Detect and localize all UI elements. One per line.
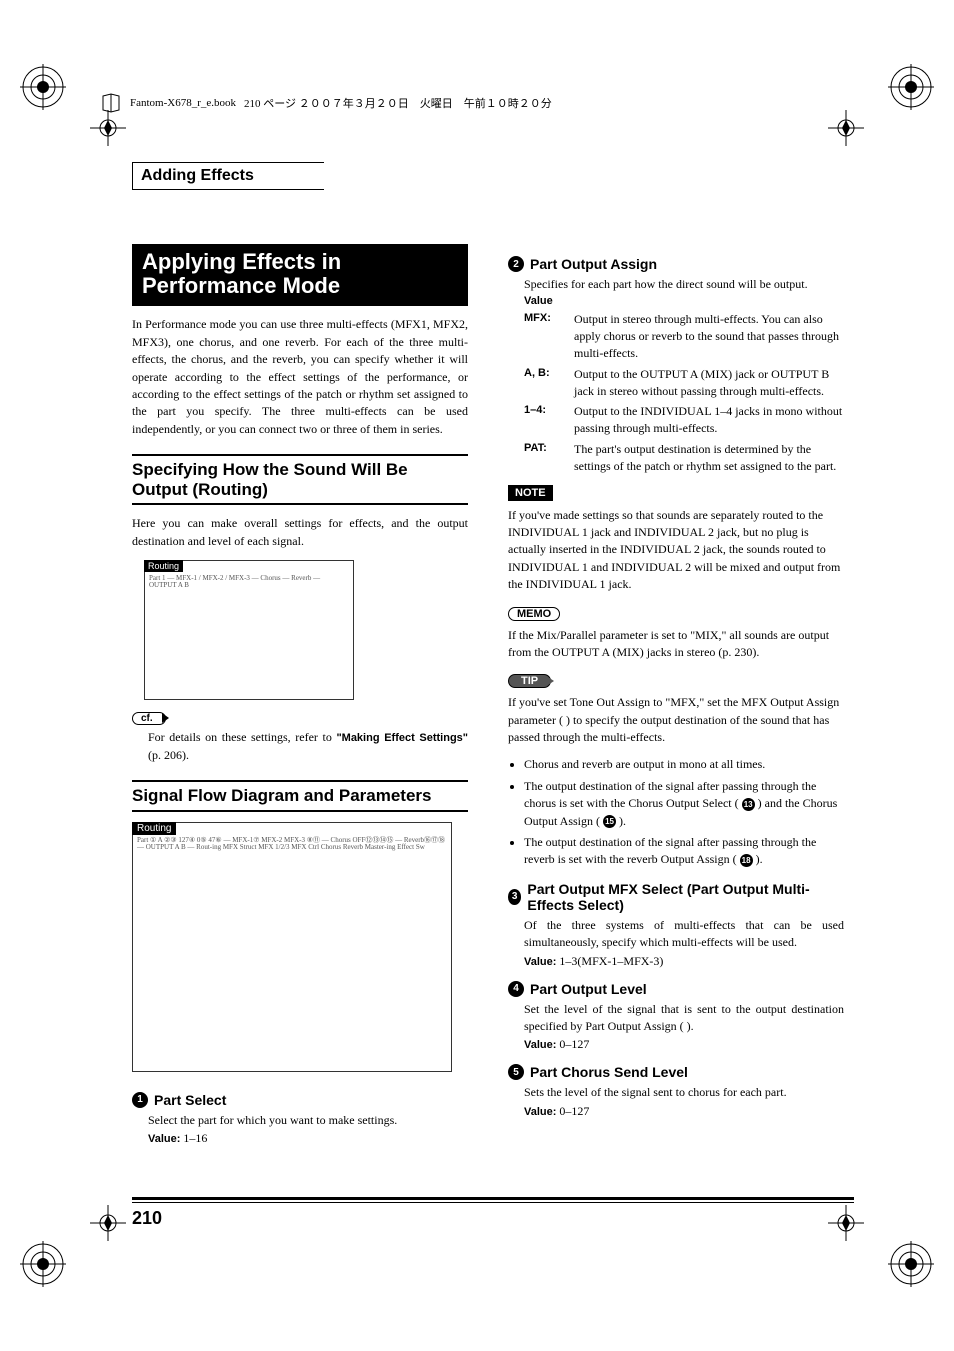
crop-ornament-br	[888, 1241, 934, 1287]
num-15-icon: 15	[603, 815, 616, 828]
book-header-strip: Fantom-X678_r_e.book 210 ページ ２００７年３月２０日 …	[100, 92, 854, 114]
def-14: 1–4: Output to the INDIVIDUAL 1–4 jacks i…	[524, 403, 844, 437]
page-number: 210	[132, 1208, 162, 1229]
def-key: PAT:	[524, 441, 564, 475]
heading-part-chorus-send-text: Part Chorus Send Level	[530, 1064, 688, 1080]
h4-value: Value: 0–127	[524, 1037, 844, 1052]
cf-text-a: For details on these settings, refer to	[148, 730, 336, 744]
subhead-routing: Specifying How the Sound Will Be Output …	[132, 454, 468, 505]
heading-part-chorus-send: 5 Part Chorus Send Level	[508, 1064, 844, 1080]
memo-pill: MEMO	[508, 607, 560, 621]
h5-value: Value: 0–127	[524, 1104, 844, 1119]
routing-intro: Here you can make overall settings for e…	[132, 515, 468, 550]
fig-label: Routing	[144, 560, 183, 572]
num-18-icon: 18	[740, 854, 753, 867]
num-5-icon: 5	[508, 1064, 524, 1080]
heading-part-output-assign: 2 Part Output Assign	[508, 256, 844, 272]
def-pat: PAT: The part's output destination is det…	[524, 441, 844, 475]
book-title: Fantom-X678_r_e.book	[130, 97, 236, 109]
note-pill: NOTE	[508, 485, 553, 501]
intro-paragraph: In Performance mode you can use three mu…	[132, 316, 468, 438]
def-mfx: MFX:Output in stereo through multi-effec…	[524, 311, 844, 361]
left-column: Applying Effects in Performance Mode In …	[132, 244, 468, 1146]
fig-large-label: Routing	[132, 822, 176, 835]
h3-value: Value: 1–3(MFX-1–MFX-3)	[524, 954, 844, 969]
value-header: Value	[524, 295, 844, 307]
tip-pill: TIP	[508, 674, 551, 688]
routing-figure-large: Routing Part ① A ②③ 127④ 0⑤ 47⑥ — MFX-1⑦…	[132, 822, 452, 1072]
routing-figure-small: Routing Part 1 — MFX-1 / MFX-2 / MFX-3 —…	[144, 560, 354, 700]
cf-text-c: (p. 206).	[148, 748, 189, 762]
num-3-icon: 3	[508, 889, 521, 905]
def-val: The part's output destination is determi…	[574, 441, 844, 475]
banner-applying-effects: Applying Effects in Performance Mode	[132, 244, 468, 306]
crop-mark-tl	[90, 110, 126, 146]
heading-part-select: 1 Part Select	[132, 1092, 468, 1108]
heading-part-output-assign-text: Part Output Assign	[530, 256, 657, 272]
heading-part-output-level: 4 Part Output Level	[508, 981, 844, 997]
section-title: Adding Effects	[132, 162, 324, 190]
heading-part-output-level-text: Part Output Level	[530, 981, 647, 997]
num-2-icon: 2	[508, 256, 524, 272]
bullet-2: The output destination of the signal aft…	[524, 778, 844, 830]
heading-part-output-mfx-select: 3 Part Output MFX Select (Part Output Mul…	[508, 881, 844, 913]
h5-desc: Sets the level of the signal sent to cho…	[524, 1084, 844, 1101]
num-4-icon: 4	[508, 981, 524, 997]
tip-text: If you've set Tone Out Assign to "MFX," …	[508, 695, 839, 744]
crop-ornament-bl	[20, 1241, 66, 1287]
crop-ornament-tr	[888, 64, 934, 110]
tip-bullets: Chorus and reverb are output in mono at …	[524, 756, 844, 868]
def-val: Output in stereo through multi-effects. …	[574, 311, 844, 361]
h3-desc: Of the three systems of multi-effects th…	[524, 917, 844, 952]
memo-body: If the Mix/Parallel parameter is set to …	[508, 627, 844, 662]
content-area: Adding Effects Applying Effects in Perfo…	[132, 162, 854, 1191]
def-key: MFX:	[524, 311, 564, 361]
crop-ornament-tl	[20, 64, 66, 110]
def-key: 1–4:	[524, 403, 564, 437]
page: Fantom-X678_r_e.book 210 ページ ２００７年３月２０日 …	[0, 0, 954, 1351]
subhead-signal-flow: Signal Flow Diagram and Parameters	[132, 780, 468, 812]
value-label: Value:	[148, 1133, 180, 1145]
heading-part-select-text: Part Select	[154, 1092, 226, 1108]
footer-rule	[132, 1197, 854, 1203]
part-select-value: Value: 1–16	[148, 1131, 468, 1146]
crop-mark-br	[828, 1205, 864, 1241]
heading-part-output-mfx-select-text: Part Output MFX Select (Part Output Mult…	[527, 881, 844, 913]
bullet-3: The output destination of the signal aft…	[524, 834, 844, 869]
crop-mark-bl	[90, 1205, 126, 1241]
h4-desc: Set the level of the signal that is sent…	[524, 1001, 844, 1036]
part-select-desc: Select the part for which you want to ma…	[148, 1112, 468, 1129]
num-13-icon: 13	[742, 798, 755, 811]
right-column: 2 Part Output Assign Specifies for each p…	[508, 244, 844, 1146]
def-ab: A, B: Output to the OUTPUT A (MIX) jack o…	[524, 366, 844, 400]
book-page-jp: 210 ページ ２００７年３月２０日 火曜日 午前１０時２０分	[244, 95, 552, 111]
cf-text-b: "Making Effect Settings"	[336, 732, 468, 744]
def-key: A, B:	[524, 366, 564, 400]
bullet-1: Chorus and reverb are output in mono at …	[524, 756, 844, 773]
note-body: If you've made settings so that sounds a…	[508, 507, 844, 594]
cf-text: For details on these settings, refer to …	[148, 729, 468, 764]
num-1-icon: 1	[132, 1092, 148, 1108]
crop-mark-tr	[828, 110, 864, 146]
cf-pill: cf.	[132, 712, 166, 725]
def-val: Output to the INDIVIDUAL 1–4 jacks in mo…	[574, 403, 844, 437]
book-icon	[100, 92, 122, 114]
tip-body: If you've set Tone Out Assign to "MFX," …	[508, 694, 844, 746]
h2-desc: Specifies for each part how the direct s…	[524, 276, 844, 293]
def-val: Output to the OUTPUT A (MIX) jack or OUT…	[574, 366, 844, 400]
value-range: 1–16	[180, 1131, 207, 1145]
